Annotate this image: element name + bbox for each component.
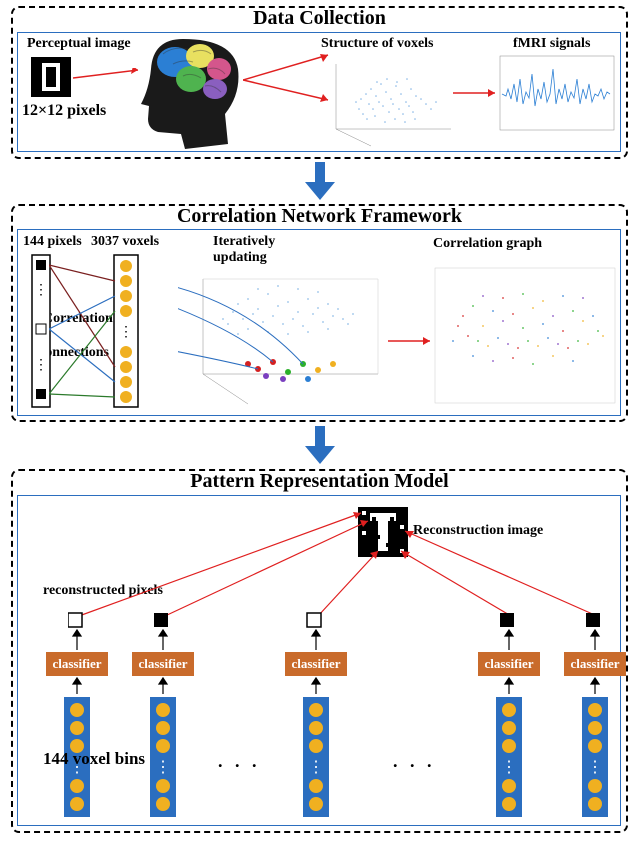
classifier-1: classifier: [46, 652, 108, 676]
title-correlation: Correlation Network Framework: [13, 205, 626, 228]
ellipsis-1: . . .: [218, 751, 261, 772]
corr-graph-label: Correlation graph: [433, 236, 542, 252]
title-data-collection: Data Collection: [13, 7, 626, 30]
panel-pattern-representation: Pattern Representation Model Reconstruct…: [11, 469, 628, 833]
classifier-3: classifier: [285, 652, 347, 676]
panel-correlation-network: Correlation Network Framework 144 pixels…: [11, 204, 628, 422]
reconstruction-image-label: Reconstruction image: [413, 523, 543, 539]
ellipsis-2: . . .: [393, 751, 436, 772]
voxel-structure-label: Structure of voxels: [321, 36, 434, 52]
down-arrow-2: [305, 426, 335, 466]
down-arrow-1: [305, 162, 335, 202]
pixels-dim-label: 12×12 pixels: [22, 102, 106, 120]
classifier-4: classifier: [478, 652, 540, 676]
fmri-signals-label: fMRI signals: [513, 36, 590, 52]
correlation-label: Correlation: [43, 311, 113, 327]
reconstructed-pixels-label: reconstructed pixels: [43, 583, 163, 599]
classifier-5: classifier: [564, 652, 626, 676]
pixels-column-label: 144 pixels: [23, 234, 82, 250]
voxels-column-label: 3037 voxels: [91, 234, 159, 250]
connections-label: connections: [39, 345, 109, 361]
perceptual-image-label: Perceptual image: [27, 36, 131, 52]
title-pattern: Pattern Representation Model: [13, 470, 626, 493]
bins-label: 144 voxel bins: [43, 749, 163, 769]
iterative-label: Iteratively updating: [213, 234, 293, 266]
panel-data-collection: Data Collection Perceptual image 12×12 p…: [11, 6, 628, 159]
classifier-2: classifier: [132, 652, 194, 676]
